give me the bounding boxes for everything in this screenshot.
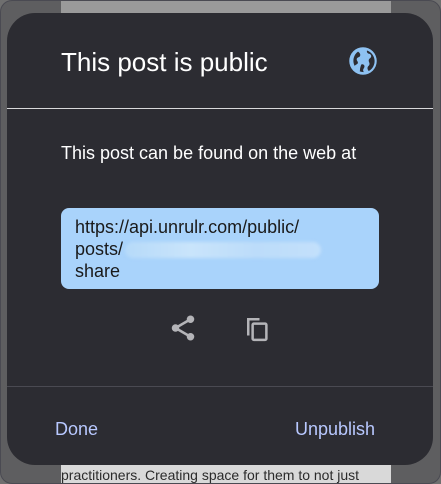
dialog-description: This post can be found on the web at: [61, 143, 357, 163]
globe-icon: [349, 47, 377, 75]
url-line-1: https://api.unrulr.com/public/: [75, 217, 300, 237]
title-divider: [7, 108, 433, 109]
window-frame: This post is public This post can be fou…: [0, 0, 441, 484]
share-icon[interactable]: [168, 313, 198, 343]
publish-dialog: This post is public This post can be fou…: [7, 13, 433, 465]
public-url-box[interactable]: https://api.unrulr.com/public/ posts/ sh…: [61, 208, 379, 289]
background-content-text: practitioners. Creating space for them t…: [61, 465, 391, 483]
url-line-2-text: posts/: [75, 239, 124, 259]
url-line-3: share: [75, 261, 121, 281]
background-strip: [61, 1, 391, 13]
unpublish-button[interactable]: Unpublish: [295, 418, 375, 440]
url-redacted-segment: [125, 242, 322, 259]
actions-divider: [7, 386, 433, 387]
done-button[interactable]: Done: [55, 418, 98, 440]
url-line-2: posts/: [75, 238, 365, 260]
copy-icon[interactable]: [242, 313, 272, 343]
dialog-title: This post is public: [61, 47, 268, 77]
